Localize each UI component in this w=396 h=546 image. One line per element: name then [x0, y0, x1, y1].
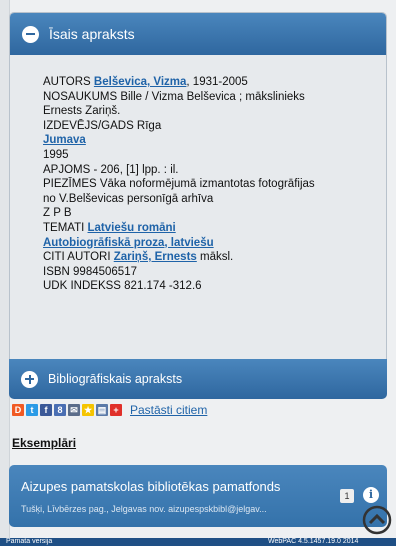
- share-icons: Dt f 8 ✉ ★ ▤ +: [12, 404, 124, 416]
- short-description-title: Īsais apraksts: [49, 26, 135, 42]
- print-icon[interactable]: ▤: [96, 404, 108, 416]
- udk-index: UDK INDEKSS 821.174 -312.6: [43, 280, 202, 293]
- share-bar: Dt f 8 ✉ ★ ▤ + Pastāsti citiem: [12, 403, 207, 417]
- email-icon[interactable]: ✉: [68, 404, 80, 416]
- scroll-to-top-icon[interactable]: [362, 505, 392, 535]
- bibliographic-description-title: Bibliogrāfiskais apraksts: [48, 372, 183, 386]
- notes-line-2: no V.Belševicas personīgā arhīva: [43, 192, 214, 205]
- publisher-label: IZDEVĒJS/GADS Rīga: [43, 119, 162, 132]
- year: 1995: [43, 148, 69, 161]
- extent: APJOMS - 206, [1] lpp. : il.: [43, 163, 179, 176]
- facebook-icon[interactable]: f: [40, 404, 52, 416]
- copies-heading[interactable]: Eksemplāri: [12, 436, 76, 450]
- author-line: AUTORS Belševica, Vizma, 1931-2005: [43, 76, 248, 88]
- info-icon[interactable]: i: [363, 487, 379, 503]
- expand-icon: [21, 370, 38, 388]
- favorite-icon[interactable]: ★: [82, 404, 94, 416]
- isbn: ISBN 9984506517: [43, 265, 137, 278]
- library-address: Tušķi, Līvbērzes pag., Jelgavas nov. aiz…: [21, 504, 267, 514]
- twitter-icon[interactable]: t: [26, 404, 38, 416]
- copy-count-badge: 1: [340, 489, 354, 503]
- author-link[interactable]: Belševica, Vizma: [94, 76, 187, 88]
- footer-left-text[interactable]: Pamata versija: [6, 538, 52, 546]
- topic-link-2[interactable]: Autobiogrāfiskā proza, latviešu: [43, 237, 214, 249]
- title-line-1: NOSAUKUMS Bille / Vizma Belševica ; māks…: [43, 90, 305, 103]
- topic-link-1[interactable]: Latviešu romāni: [88, 222, 176, 234]
- title-line-2: Ernests Zariņš.: [43, 105, 121, 118]
- bibliographic-description-header[interactable]: Bibliogrāfiskais apraksts: [9, 359, 387, 399]
- other-author-link[interactable]: Zariņš, Ernests: [114, 251, 197, 263]
- footer-strip: Pamata versija WebPAC 4.5.1457.19.0 2014: [0, 538, 396, 546]
- library-title: Aizupes pamatskolas bibliotēkas pamatfon…: [21, 479, 281, 494]
- more-icon[interactable]: +: [110, 404, 122, 416]
- publisher-link[interactable]: Jumava: [43, 134, 86, 146]
- footer-right-text: WebPAC 4.5.1457.19.0 2014: [268, 538, 359, 545]
- google-icon[interactable]: 8: [54, 404, 66, 416]
- library-holding-item[interactable]: Aizupes pamatskolas bibliotēkas pamatfon…: [9, 465, 387, 527]
- notes-line-1: PIEZĪMES Vāka noformējumā izmantotas fot…: [43, 178, 315, 191]
- share-link[interactable]: Pastāsti citiem: [130, 403, 207, 417]
- short-description-panel: Īsais apraksts AUTORS Belševica, Vizma, …: [9, 12, 387, 380]
- record-details: AUTORS Belševica, Vizma, 1931-2005 NOSAU…: [10, 55, 386, 294]
- topics-line: TEMATI Latviešu romāni: [43, 221, 176, 234]
- draugiem-icon[interactable]: D: [12, 404, 24, 416]
- short-description-header[interactable]: Īsais apraksts: [10, 13, 386, 55]
- other-authors-line: CITI AUTORI Zariņš, Ernests māksl.: [43, 251, 234, 264]
- collapse-icon: [22, 25, 39, 43]
- zpb: Z P B: [43, 207, 72, 220]
